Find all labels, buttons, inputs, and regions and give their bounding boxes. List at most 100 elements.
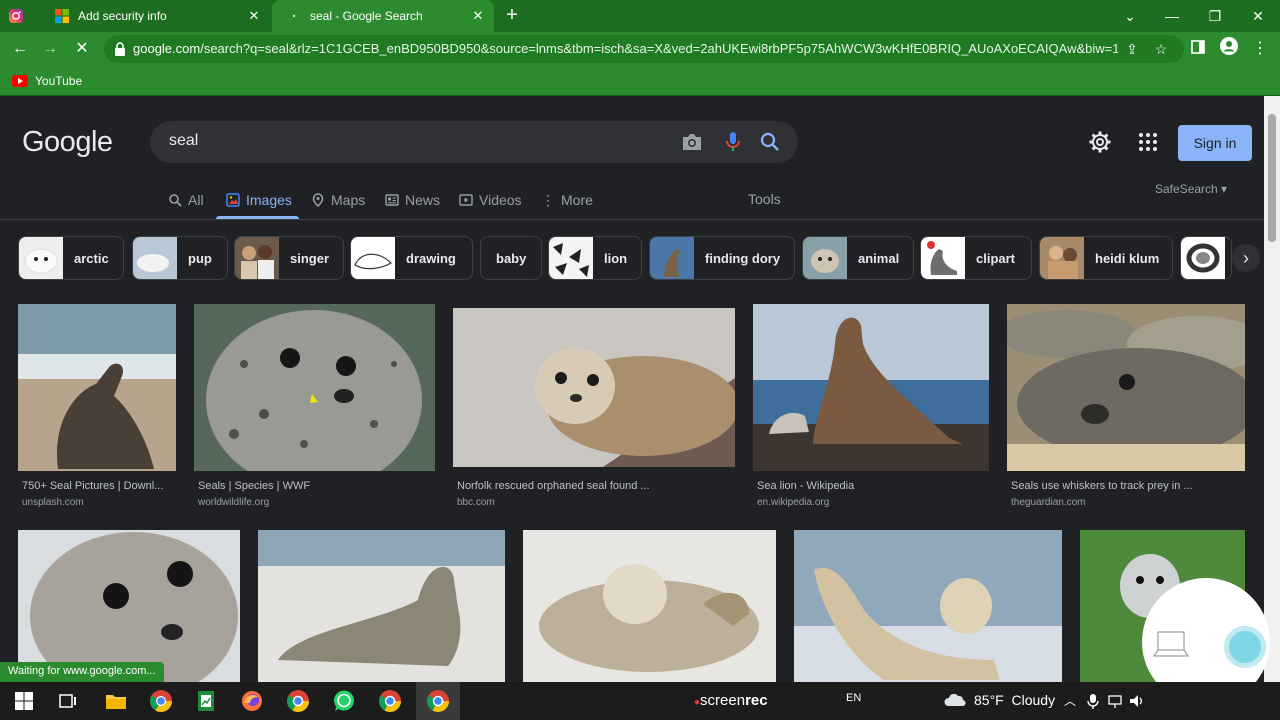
result-title[interactable]: Seals | Species | WWF xyxy=(198,480,434,492)
tab-all[interactable]: All xyxy=(168,190,204,210)
screen: Add security info ✕ seal - Google Search… xyxy=(0,0,1280,720)
chevron-right-icon[interactable]: › xyxy=(1232,244,1260,272)
apps-grid-icon[interactable] xyxy=(1136,130,1160,154)
url-text[interactable]: google.com/search?q=seal&rlz=1C1GCEB_enB… xyxy=(133,41,1118,57)
image-result-3[interactable]: Norfolk rescued orphaned seal found ... … xyxy=(453,308,735,510)
result-image[interactable] xyxy=(18,304,176,471)
result-image[interactable] xyxy=(18,530,240,682)
chip-partial[interactable] xyxy=(1180,236,1232,280)
chip-singer[interactable]: singer xyxy=(234,236,344,280)
chip-lion[interactable]: lion xyxy=(548,236,642,280)
chrome-profile-icon[interactable] xyxy=(378,689,402,713)
result-image[interactable] xyxy=(523,530,776,682)
speaker-icon[interactable] xyxy=(1128,692,1146,710)
google-logo[interactable]: Google xyxy=(22,126,113,159)
result-image[interactable] xyxy=(1007,304,1245,471)
bookmark-star-icon[interactable]: ☆ xyxy=(1152,40,1170,58)
firefox-icon[interactable] xyxy=(240,689,264,713)
tab-instagram[interactable] xyxy=(8,0,44,32)
tab-videos[interactable]: Videos xyxy=(459,190,522,210)
new-tab-button[interactable]: + xyxy=(500,4,524,28)
maximize-button[interactable]: ❐ xyxy=(1203,4,1227,28)
task-view-icon[interactable] xyxy=(56,689,80,713)
profile-icon[interactable] xyxy=(1217,37,1241,61)
image-result-9[interactable] xyxy=(794,530,1062,682)
result-title[interactable]: 750+ Seal Pictures | Downl... xyxy=(22,480,176,492)
result-image[interactable] xyxy=(453,308,735,467)
file-explorer-icon[interactable] xyxy=(104,689,128,713)
safesearch-button[interactable]: SafeSearch ▾ xyxy=(1155,182,1227,196)
close-tab-icon[interactable]: ✕ xyxy=(246,8,262,24)
result-image[interactable] xyxy=(794,530,1062,682)
weather-widget[interactable]: 85°F Cloudy xyxy=(944,692,1055,708)
windows-start-icon[interactable] xyxy=(12,689,36,713)
menu-kebab-icon[interactable]: ⋮ xyxy=(1248,37,1272,61)
chip-drawing[interactable]: drawing xyxy=(350,236,473,280)
close-window-button[interactable]: ✕ xyxy=(1246,4,1270,28)
chip-heidi-klum[interactable]: heidi klum xyxy=(1039,236,1173,280)
result-image[interactable] xyxy=(258,530,505,682)
chip-arctic[interactable]: arctic xyxy=(18,236,124,280)
recorder-control-button[interactable] xyxy=(1224,626,1266,668)
stop-loading-button[interactable]: ✕ xyxy=(70,37,94,61)
spreadsheet-icon[interactable] xyxy=(194,689,218,713)
tab-add-security-info[interactable]: Add security info ✕ xyxy=(44,0,270,32)
close-tab-icon[interactable]: ✕ xyxy=(470,8,486,24)
microphone-icon[interactable] xyxy=(1084,692,1102,710)
sign-in-button[interactable]: Sign in xyxy=(1178,125,1252,161)
forward-button[interactable]: → xyxy=(38,37,62,61)
camera-icon[interactable] xyxy=(681,132,703,152)
chrome-icon[interactable] xyxy=(149,689,173,713)
image-result-6[interactable] xyxy=(18,530,240,682)
tab-maps[interactable]: Maps xyxy=(311,190,365,210)
tab-title: seal - Google Search xyxy=(310,9,423,23)
chip-thumbnail xyxy=(235,237,279,279)
chip-animal[interactable]: animal xyxy=(802,236,914,280)
minimize-button[interactable]: — xyxy=(1160,4,1184,28)
tab-images[interactable]: Images xyxy=(226,190,292,210)
url-host: google.com xyxy=(133,41,201,56)
result-image[interactable] xyxy=(753,304,989,471)
video-icon xyxy=(459,194,473,206)
image-result-2[interactable]: Seals | Species | WWF worldwildlife.org xyxy=(194,304,435,510)
chevron-up-icon[interactable]: ︿ xyxy=(1061,692,1079,710)
microphone-icon[interactable] xyxy=(724,131,742,153)
chrome-profile-icon[interactable] xyxy=(286,689,310,713)
image-result-1[interactable]: 750+ Seal Pictures | Downl... unsplash.c… xyxy=(18,304,176,510)
search-box[interactable]: seal xyxy=(150,121,798,163)
bookmark-youtube[interactable]: YouTube xyxy=(12,72,82,90)
result-title[interactable]: Sea lion - Wikipedia xyxy=(757,480,989,492)
image-result-5[interactable]: Seals use whiskers to track prey in ... … xyxy=(1007,304,1245,510)
address-bar[interactable]: google.com/search?q=seal&rlz=1C1GCEB_enB… xyxy=(104,35,1184,63)
language-indicator[interactable]: EN xyxy=(846,692,861,704)
whatsapp-icon[interactable] xyxy=(332,689,356,713)
search-icon[interactable] xyxy=(759,131,781,153)
share-icon[interactable]: ⇪ xyxy=(1123,40,1141,58)
result-title[interactable]: Seals use whiskers to track prey in ... xyxy=(1011,480,1245,492)
search-input[interactable]: seal xyxy=(169,132,198,150)
chrome-active-icon[interactable] xyxy=(426,689,450,713)
tab-seal-search[interactable]: seal - Google Search ✕ xyxy=(272,0,494,32)
scroll-thumb[interactable] xyxy=(1268,114,1276,242)
gear-icon[interactable] xyxy=(1088,130,1112,154)
image-result-4[interactable]: Sea lion - Wikipedia en.wikipedia.org xyxy=(753,304,989,510)
tab-news[interactable]: News xyxy=(385,190,440,210)
chip-baby[interactable]: baby xyxy=(480,236,542,280)
side-panel-icon[interactable] xyxy=(1186,37,1210,61)
network-icon[interactable] xyxy=(1106,692,1124,710)
tab-search-dropdown-icon[interactable]: ⌄ xyxy=(1118,4,1142,28)
back-button[interactable]: ← xyxy=(8,37,32,61)
tools-button[interactable]: Tools xyxy=(748,191,781,207)
vertical-scrollbar[interactable] xyxy=(1264,96,1280,682)
result-title[interactable]: Norfolk rescued orphaned seal found ... xyxy=(457,480,735,492)
lock-icon[interactable] xyxy=(114,42,126,56)
chip-pup[interactable]: pup xyxy=(132,236,228,280)
chip-clipart[interactable]: clipart xyxy=(920,236,1032,280)
tab-label: More xyxy=(561,192,593,208)
chip-label: singer xyxy=(290,250,330,266)
tab-more[interactable]: ⋮ More xyxy=(541,190,593,210)
chip-finding-dory[interactable]: finding dory xyxy=(649,236,795,280)
image-result-8[interactable] xyxy=(523,530,776,682)
image-result-7[interactable] xyxy=(258,530,505,682)
result-image[interactable] xyxy=(194,304,435,471)
